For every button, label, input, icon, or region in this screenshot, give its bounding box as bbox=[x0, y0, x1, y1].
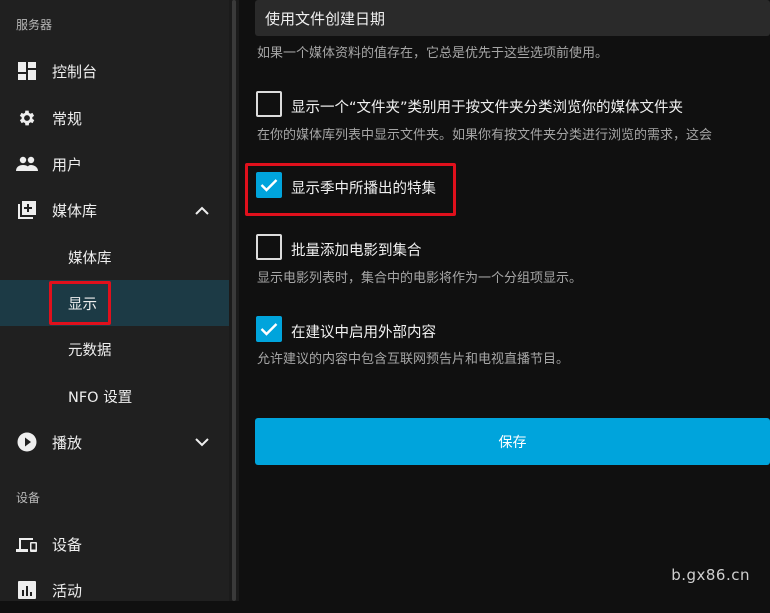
sidebar-item-dashboard[interactable]: 控制台 bbox=[0, 48, 229, 94]
play-circle-icon bbox=[16, 431, 38, 453]
highlight-box bbox=[49, 281, 111, 325]
sidebar-item-label: 设备 bbox=[52, 535, 83, 554]
highlight-box bbox=[245, 163, 456, 216]
folders-view-label: 显示一个“文件夹”类别用于按文件夹分类浏览你的媒体文件夹 bbox=[291, 100, 684, 116]
sidebar-item-label: 活动 bbox=[52, 581, 83, 600]
dashboard-icon bbox=[16, 60, 38, 82]
sidebar-subitem-display[interactable]: 显示 bbox=[0, 280, 229, 326]
chevron-up-icon bbox=[193, 201, 211, 219]
sidebar-item-users[interactable]: 用户 bbox=[0, 141, 229, 187]
sidebar-scrollbar[interactable] bbox=[229, 0, 239, 601]
sidebar-subitem-metadata[interactable]: 元数据 bbox=[0, 326, 229, 372]
devices-icon bbox=[16, 533, 38, 555]
date-added-select[interactable]: 使用文件创建日期 bbox=[255, 0, 770, 36]
sidebar-item-devices[interactable]: 设备 bbox=[0, 521, 229, 567]
sidebar-item-label: 控制台 bbox=[52, 62, 98, 81]
users-icon bbox=[16, 153, 38, 175]
watermark: b.gx86.cn bbox=[671, 566, 750, 584]
group-movies-collections-checkbox[interactable] bbox=[256, 234, 282, 260]
sidebar-item-label: 用户 bbox=[52, 155, 83, 174]
group-movies-collections-help: 显示电影列表时，集合中的电影将作为一个分组项显示。 bbox=[257, 271, 583, 286]
sidebar-subitem-label: 元数据 bbox=[68, 342, 112, 359]
sidebar-subitem-label: NFO 设置 bbox=[68, 389, 133, 406]
sidebar-item-general[interactable]: 常规 bbox=[0, 95, 229, 141]
check-icon bbox=[260, 323, 278, 336]
folders-view-checkbox[interactable] bbox=[256, 91, 282, 117]
sidebar-item-label: 媒体库 bbox=[52, 201, 98, 220]
server-section-label: 服务器 bbox=[16, 18, 53, 32]
sidebar-item-playback[interactable]: 播放 bbox=[0, 419, 229, 465]
external-content-suggestions-label: 在建议中启用外部内容 bbox=[291, 325, 436, 341]
sidebar-subitem-label: 媒体库 bbox=[68, 250, 112, 267]
sidebar-item-label: 播放 bbox=[52, 433, 83, 452]
devices-section-label: 设备 bbox=[16, 491, 41, 505]
activity-icon bbox=[16, 579, 38, 601]
select-value: 使用文件创建日期 bbox=[265, 9, 386, 28]
external-content-suggestions-help: 允许建议的内容中包含互联网预告片和电视直播节目。 bbox=[257, 352, 570, 367]
external-content-suggestions-checkbox[interactable] bbox=[256, 316, 282, 342]
group-movies-collections-label: 批量添加电影到集合 bbox=[291, 243, 422, 259]
save-button[interactable]: 保存 bbox=[255, 418, 770, 465]
chevron-down-icon bbox=[193, 433, 211, 451]
gear-icon bbox=[16, 107, 38, 129]
date-help-text: 如果一个媒体资料的值存在，它总是优先于这些选项前使用。 bbox=[257, 46, 609, 61]
folders-view-help: 在你的媒体库列表中显示文件夹。如果你有按文件夹分类进行浏览的需求，这会 bbox=[257, 128, 713, 143]
sidebar-item-label: 常规 bbox=[52, 109, 83, 128]
sidebar-subitem-nfo[interactable]: NFO 设置 bbox=[0, 373, 229, 419]
sidebar-item-activity[interactable]: 活动 bbox=[0, 567, 229, 613]
main-content: 使用文件创建日期 如果一个媒体资料的值存在，它总是优先于这些选项前使用。 显示一… bbox=[239, 0, 770, 601]
sidebar-subitem-library[interactable]: 媒体库 bbox=[0, 234, 229, 280]
library-add-icon bbox=[16, 199, 38, 221]
sidebar: 服务器 控制台 常规 用户 媒体库 媒体库 显示 元数据 NFO 设置 播放 设… bbox=[0, 0, 229, 601]
sidebar-item-library[interactable]: 媒体库 bbox=[0, 187, 229, 233]
